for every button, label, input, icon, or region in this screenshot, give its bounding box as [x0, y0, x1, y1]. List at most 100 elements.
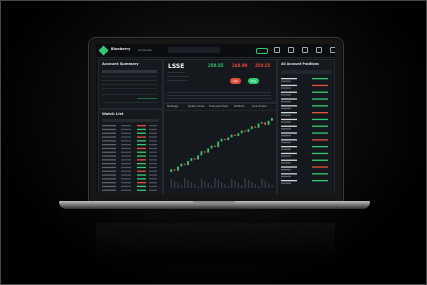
position-cell — [312, 152, 328, 155]
watchlist-cell — [121, 189, 131, 191]
volume-bar — [227, 186, 229, 188]
chart-candle — [244, 130, 246, 132]
volume-bar — [271, 185, 273, 188]
watchlist-cell — [149, 136, 157, 138]
position-cell — [281, 148, 291, 150]
chart-candle — [271, 118, 273, 121]
watchlist-cell — [121, 144, 131, 146]
watchlist-cell — [121, 132, 131, 134]
watchlist-cell — [149, 140, 157, 142]
position-cell — [281, 141, 291, 144]
position-cell — [281, 114, 291, 116]
watchlist-cell — [121, 163, 131, 165]
position-cell — [281, 112, 297, 114]
watchlist-cell — [121, 166, 131, 169]
toolbar-portfolio[interactable]: Portfolio — [234, 105, 245, 108]
toolbar-option-chain[interactable]: Option Chain — [188, 105, 205, 108]
watchlist-cell — [137, 170, 146, 172]
watchlist-cell — [121, 151, 131, 153]
volume-bar — [187, 180, 189, 188]
watchlist-cell — [149, 178, 157, 180]
toolbar-strategy[interactable]: Strategy — [167, 105, 178, 108]
nav-icons — [274, 47, 335, 53]
watchlist-cell — [137, 163, 146, 165]
position-cell — [281, 98, 297, 100]
chart-panel: Strategy Option Chain Financial Chart Po… — [163, 103, 277, 194]
home-icon[interactable] — [274, 47, 280, 53]
volume-bar — [257, 186, 260, 188]
volume-bar — [237, 183, 240, 188]
position-cell — [312, 118, 328, 121]
volume-bar — [204, 181, 206, 188]
watchlist-rows — [102, 119, 159, 191]
chart-candle — [207, 148, 210, 153]
position-cell — [312, 112, 328, 114]
chart-candle — [217, 141, 220, 148]
volume-bar — [231, 179, 233, 188]
trading-app-screen: Blueberry Accounts Account Summary Watch… — [96, 44, 335, 194]
laptop-notch — [193, 201, 235, 204]
account-summary-title: Account Summary — [102, 62, 139, 66]
watchlist-cell — [149, 174, 157, 176]
watchlist-cell — [137, 151, 146, 153]
chart-candle — [230, 134, 233, 138]
watchlist-cell — [137, 125, 146, 127]
volume-bar — [251, 182, 253, 188]
quote-price: 250.55 — [208, 63, 224, 68]
position-cell — [281, 87, 291, 89]
position-cell — [281, 132, 297, 134]
volume-bar — [247, 180, 250, 188]
position-cell — [312, 84, 328, 87]
volume-bar — [254, 184, 256, 188]
quote-panel: LSSE 250.55 248.90 250.55 Sell Buy — [163, 59, 277, 103]
search-input[interactable] — [168, 47, 220, 53]
position-cell — [281, 125, 297, 127]
watchlist-cell — [137, 178, 146, 180]
watchlist-cell — [149, 151, 157, 153]
watchlist-cell — [137, 185, 146, 188]
chart-candle — [267, 120, 270, 125]
chart-candle — [220, 138, 223, 142]
account-selector[interactable]: Accounts — [138, 48, 152, 52]
sell-button[interactable]: Sell — [230, 78, 241, 84]
volume-bar — [217, 180, 219, 188]
toolbar-live-orders[interactable]: Live Orders — [252, 105, 267, 108]
position-cell — [281, 152, 297, 155]
watchlist-cell — [149, 185, 157, 188]
watchlist-cell — [102, 140, 116, 142]
watchlist-cell — [102, 155, 116, 157]
watchlist-cell — [121, 159, 131, 161]
position-cell — [312, 166, 328, 168]
watchlist-cell — [149, 125, 157, 127]
position-cell — [281, 78, 297, 80]
position-cell — [281, 169, 291, 171]
watchlist-cell — [102, 170, 116, 172]
orders-icon[interactable] — [288, 47, 294, 53]
watchlist-cell — [102, 144, 116, 146]
watchlist-cell — [149, 166, 157, 169]
watchlist-cell — [121, 185, 131, 188]
volume-bar — [184, 178, 186, 188]
watchlist-cell — [137, 166, 146, 169]
watchlist-cell — [137, 174, 146, 176]
volume-bar — [244, 178, 246, 188]
volume-bar — [177, 183, 179, 188]
chart-candle — [187, 160, 189, 166]
profile-icon[interactable] — [330, 47, 335, 53]
watchlist-cell — [102, 163, 116, 165]
position-cell — [281, 105, 297, 107]
chart-candle — [264, 122, 267, 125]
buy-button[interactable]: Buy — [248, 78, 259, 84]
position-cell — [281, 180, 297, 182]
volume-bar — [211, 185, 213, 188]
price-chart[interactable] — [164, 110, 276, 194]
watchlist-cell — [102, 166, 116, 169]
watchlist-cell — [102, 125, 116, 127]
settings-icon[interactable] — [316, 47, 322, 53]
position-cell — [312, 132, 328, 134]
watchlist-cell — [137, 128, 146, 131]
alerts-icon[interactable] — [302, 47, 308, 53]
toolbar-financial-chart[interactable]: Financial Chart — [209, 105, 228, 108]
position-cell — [281, 139, 297, 141]
connection-status-badge — [256, 48, 268, 54]
